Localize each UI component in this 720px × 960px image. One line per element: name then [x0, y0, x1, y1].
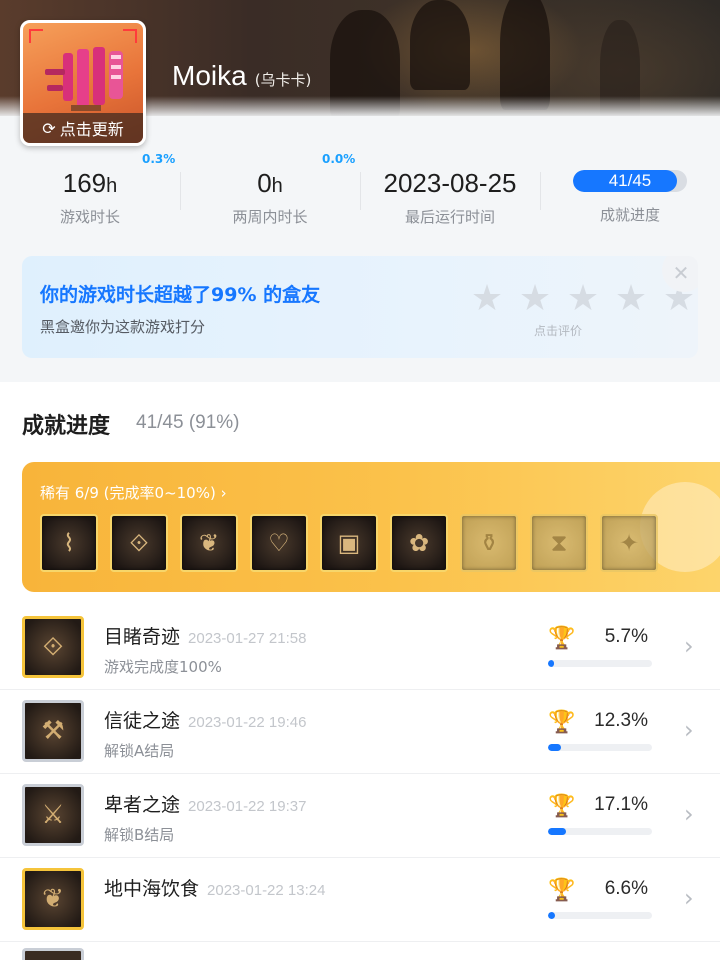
stat-value: 2023-08-25 — [383, 168, 517, 198]
achievement-row[interactable]: ⚒ 信徒之途 2023-01-22 19:46 解锁A结局 🏆 12.3% › — [0, 690, 720, 774]
achievement-rate: 17.1% — [594, 794, 648, 815]
achievement-name: 信徒之途 2023-01-22 19:46 — [104, 710, 307, 732]
rare-achievement-urn-icon[interactable]: ⚱ — [460, 514, 518, 572]
urn-icon: ⚱ — [478, 529, 500, 557]
rune-icon: ⟐ — [129, 529, 149, 557]
achievement-icon: ⚒ — [22, 700, 84, 762]
game-name: Moika — [172, 60, 247, 91]
trophy-icon: 🏆 — [548, 794, 576, 819]
rating-card[interactable]: 你的游戏时长超越了99% 的盒友 黑盒邀你为这款游戏打分 ★ ★ ★ ★ ★ 点击评价 … — [22, 256, 698, 358]
rare-achievement-book-icon[interactable]: ▣ — [320, 514, 378, 572]
stat-playtime: 0.3% 169h 游戏时长 — [0, 150, 180, 240]
stat-achievement-progress[interactable]: 41/45 成就进度 — [540, 150, 720, 240]
stat-label: 成就进度 — [599, 206, 660, 224]
star-icon[interactable]: ★ — [518, 281, 552, 317]
stat-value: 169h — [62, 168, 118, 198]
achievement-date: 2023-01-22 19:37 — [188, 798, 307, 815]
achievement-date: 2023-01-22 13:24 — [207, 882, 326, 899]
rating-hint: 点击评价 — [534, 324, 583, 338]
stat-last-run: 2023-08-25 最后运行时间 — [360, 150, 540, 240]
achievement-progress-bar: 41/45 — [573, 170, 687, 192]
beast-icon: ✦ — [618, 529, 640, 557]
stat-label: 游戏时长 — [59, 208, 120, 226]
achievement-rate: 6.6% — [604, 878, 648, 899]
achievement-icon: ❦ — [22, 868, 84, 930]
achievement-rate: 5.7% — [604, 626, 648, 647]
rare-achievement-sparkle-icon[interactable]: ⌇ — [40, 514, 98, 572]
hourglass-icon: ⧗ — [550, 529, 568, 557]
game-avatar[interactable]: ⟳ 点击更新 — [20, 20, 146, 146]
achievement-desc: 解锁B结局 — [104, 826, 175, 844]
achievement-rate-bar — [548, 912, 652, 919]
achievement-row[interactable]: ⚔ 卑者之途 2023-01-22 19:37 解锁B结局 🏆 17.1% › — [0, 774, 720, 858]
achievement-row[interactable]: ⟐ 目睹奇迹 2023-01-27 21:58 游戏完成度100% 🏆 5.7% › — [0, 606, 720, 690]
update-label: 点击更新 — [59, 120, 124, 139]
achievement-icon: ⚔ — [22, 784, 84, 846]
trophy-icon: 🏆 — [548, 878, 576, 903]
trophy-icon: 🏆 — [548, 626, 576, 651]
chevron-right-icon[interactable]: › — [684, 716, 694, 744]
rare-achievement-feast-icon[interactable]: ❦ — [180, 514, 238, 572]
game-title: Moika (乌卡卡) — [172, 60, 311, 92]
stat-label: 最后运行时间 — [404, 208, 495, 226]
rating-stars[interactable]: ★ ★ ★ ★ ★ — [470, 281, 696, 317]
rare-achievement-rosary-icon[interactable]: ♡ — [250, 514, 308, 572]
stat-value: 0h — [257, 168, 283, 198]
sparkle-icon: ⌇ — [63, 529, 75, 557]
achievement-rate: 12.3% — [594, 710, 648, 731]
stat-delta: 0.3% — [142, 152, 176, 166]
achievement-icon: ⟐ — [22, 616, 84, 678]
stat-two-week: 0.0% 0h 两周内时长 — [180, 150, 360, 240]
achievement-progress-text: 41/45 — [608, 171, 652, 190]
rosary-icon: ♡ — [268, 529, 290, 557]
rating-title: 你的游戏时长超越了99% 的盒友 — [40, 284, 321, 306]
rare-achievement-bouquet-icon[interactable]: ✿ — [390, 514, 448, 572]
stats-row: 0.3% 169h 游戏时长 0.0% 0h 两周内时长 2023-08-25 … — [0, 150, 720, 240]
game-subtitle: (乌卡卡) — [254, 71, 312, 89]
rare-achievement-hourglass-icon[interactable]: ⧗ — [530, 514, 588, 572]
update-button[interactable]: ⟳ 点击更新 — [23, 113, 143, 143]
achievement-name: 地中海饮食 2023-01-22 13:24 — [104, 878, 326, 900]
book-icon: ▣ — [337, 529, 361, 557]
rare-label[interactable]: 稀有 6/9 (完成率0~10%) › — [40, 482, 227, 503]
achievement-date: 2023-01-22 19:46 — [188, 714, 307, 731]
achievement-name: 卑者之途 2023-01-22 19:37 — [104, 794, 307, 816]
feast-icon: ❦ — [198, 529, 220, 557]
achievement-rate-bar — [548, 660, 652, 667]
achievement-desc: 游戏完成度100% — [104, 658, 222, 676]
star-icon[interactable]: ★ — [566, 281, 600, 317]
chevron-right-icon[interactable]: › — [684, 632, 694, 660]
achievements-title: 成就进度 — [22, 414, 111, 439]
star-icon[interactable]: ★ — [614, 281, 648, 317]
game-art-icon — [45, 47, 123, 111]
achievement-desc: 解锁A结局 — [104, 742, 175, 760]
rating-subtitle: 黑盒邀你为这款游戏打分 — [40, 318, 206, 336]
stat-delta: 0.0% — [322, 152, 356, 166]
rare-icons: ⌇ ⟐ ❦ ♡ ▣ ✿ ⚱ ⧗ ✦ — [40, 514, 658, 572]
chevron-right-icon[interactable]: › — [684, 800, 694, 828]
rare-achievements-card[interactable]: 稀有 6/9 (完成率0~10%) › ⌇ ⟐ ❦ ♡ ▣ ✿ ⚱ ⧗ ✦ — [22, 462, 720, 592]
stat-label: 两周内时长 — [232, 208, 308, 226]
achievement-name: 目睹奇迹 2023-01-27 21:58 — [104, 626, 307, 648]
rare-achievement-rune-icon[interactable]: ⟐ — [110, 514, 168, 572]
refresh-icon: ⟳ — [42, 118, 56, 138]
achievement-date: 2023-01-27 21:58 — [188, 630, 307, 647]
next-achievement-icon — [22, 948, 84, 960]
achievement-rate-bar — [548, 828, 652, 835]
chevron-right-icon[interactable]: › — [684, 884, 694, 912]
achievements-count: 41/45 (91%) — [136, 412, 240, 433]
achievement-row[interactable]: ❦ 地中海饮食 2023-01-22 13:24 🏆 6.6% › — [0, 858, 720, 942]
trophy-icon: 🏆 — [548, 710, 576, 735]
bouquet-icon: ✿ — [408, 529, 430, 557]
achievement-rate-bar — [548, 744, 652, 751]
achievement-list: ⟐ 目睹奇迹 2023-01-27 21:58 游戏完成度100% 🏆 5.7% › ⚒ 信徒之… — [0, 606, 720, 942]
star-icon[interactable]: ★ — [470, 281, 504, 317]
rare-achievement-beast-icon[interactable]: ✦ — [600, 514, 658, 572]
